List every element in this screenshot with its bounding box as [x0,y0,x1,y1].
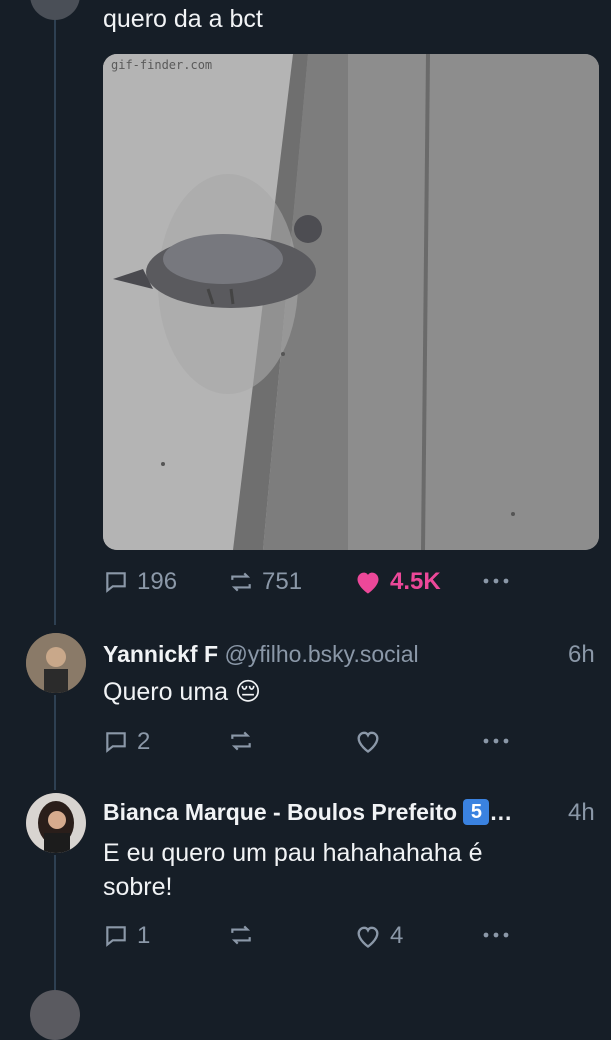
like-count: 4 [390,922,404,949]
display-name[interactable]: Bianca Marque - Boulos Prefeito [103,799,457,825]
repost-icon [231,925,251,945]
more-icon [483,932,509,938]
repost-button[interactable] [228,922,254,948]
repost-icon [231,572,251,592]
reply-icon [106,926,126,947]
pigeon-gif-image [103,54,599,550]
display-name[interactable]: Yannickf F [103,641,218,667]
reply-count: 196 [137,568,178,595]
heart-outline-icon [357,926,379,948]
avatar[interactable] [30,0,80,20]
reply-text: Quero uma 😔 [103,678,262,706]
more-options-button[interactable] [482,922,510,948]
repost-icon [231,731,251,751]
avatar[interactable] [26,793,86,853]
name-ellipsis: … [489,799,513,825]
reply-count: 2 [137,728,151,755]
reply-count: 1 [137,922,151,949]
reply-text-line-1: E eu quero um pau hahahahaha é [103,839,483,867]
media-watermark: gif-finder.com [111,58,213,72]
reply-button[interactable]: 1 [103,922,150,950]
like-button[interactable]: 4.5K [354,568,441,596]
number-badge: 5 [463,799,490,825]
timestamp[interactable]: 6h [568,641,595,669]
post-media-gif[interactable]: gif-finder.com [103,54,599,550]
reply-icon [106,732,126,753]
reply-header: Yannickf F @yfilho.bsky.social [103,641,419,668]
handle[interactable]: @yfilho.bsky.social [224,641,418,667]
more-options-button[interactable] [482,728,510,754]
timestamp[interactable]: 4h [568,799,595,827]
like-button[interactable]: 4 [354,922,403,950]
reply-text-line-2: sobre! [103,873,173,901]
reply-header: Bianca Marque - Boulos Prefeito 5… [103,799,512,826]
avatar[interactable] [30,990,80,1040]
reply-icon [106,572,126,593]
post-text: quero da a bct [103,5,263,33]
more-icon [483,578,509,584]
thread-line-mid [54,695,56,790]
repost-count: 751 [262,568,303,595]
like-count: 4.5K [390,568,441,595]
more-icon [483,738,509,744]
heart-filled-icon [357,572,379,594]
avatar-image [26,633,86,693]
like-button[interactable] [354,728,382,754]
reply-button[interactable]: 196 [103,568,177,596]
heart-outline-icon [357,731,379,753]
repost-button[interactable] [228,728,254,754]
avatar[interactable] [26,633,86,693]
more-options-button[interactable] [482,568,510,594]
reply-button[interactable]: 2 [103,728,150,756]
thread-line-top [54,20,56,625]
repost-button[interactable]: 751 [228,568,302,596]
avatar-image [26,793,86,853]
thread-line-bottom [54,855,56,990]
